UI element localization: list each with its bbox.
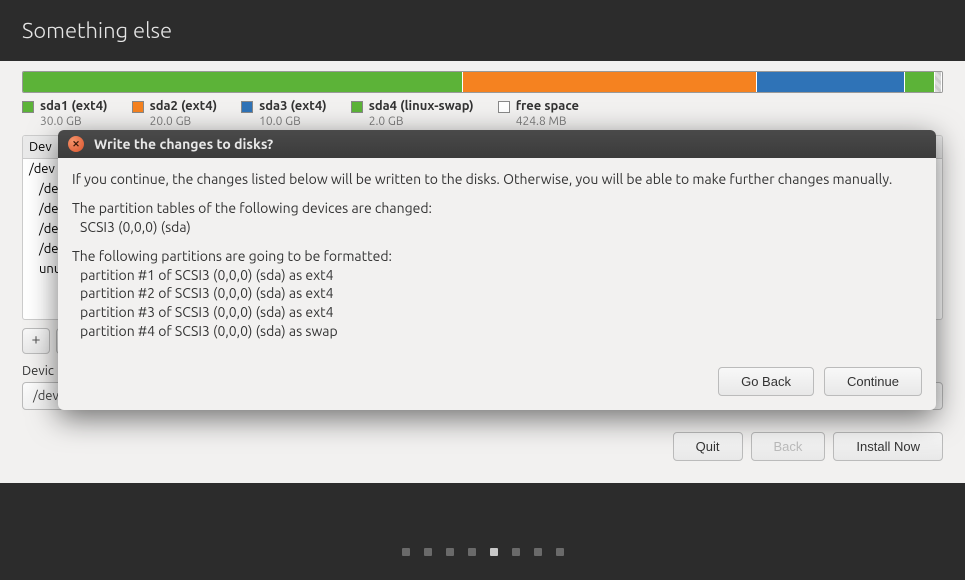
swatch-icon [241, 101, 253, 113]
legend-label: sda1 (ext4) [40, 99, 108, 115]
partition-segment-sda1[interactable] [23, 72, 463, 92]
continue-button[interactable]: Continue [824, 367, 922, 396]
dialog-body: If you continue, the changes listed belo… [58, 158, 936, 357]
dialog-title: Write the changes to disks? [94, 136, 273, 152]
partition-segment-free[interactable] [935, 72, 942, 92]
swatch-icon [351, 101, 363, 113]
legend-item: free space 424.8 MB [498, 99, 579, 129]
pager-dot[interactable] [468, 548, 476, 556]
legend-size: 10.0 GB [259, 115, 327, 129]
legend-size: 2.0 GB [369, 115, 474, 129]
partition-segment-sda4[interactable] [905, 72, 935, 92]
legend-label: free space [516, 99, 579, 115]
pager-dot[interactable] [512, 548, 520, 556]
dialog-partition-line: partition #2 of SCSI3 (0,0,0) (sda) as e… [72, 285, 334, 301]
legend-label: sda4 (linux-swap) [369, 99, 474, 115]
pager-dot[interactable] [490, 548, 498, 556]
dialog-partition-line: partition #3 of SCSI3 (0,0,0) (sda) as e… [72, 304, 334, 320]
legend-label: sda2 (ext4) [150, 99, 218, 115]
confirm-write-dialog: ✕ Write the changes to disks? If you con… [58, 130, 936, 410]
install-now-button[interactable]: Install Now [833, 432, 943, 461]
page-title: Something else [0, 0, 965, 61]
pager-dot[interactable] [556, 548, 564, 556]
swatch-icon [132, 101, 144, 113]
dialog-format-heading: The following partitions are going to be… [72, 248, 392, 264]
legend-size: 30.0 GB [40, 115, 108, 129]
legend-label: sda3 (ext4) [259, 99, 327, 115]
dialog-device-line: SCSI3 (0,0,0) (sda) [72, 219, 191, 235]
swatch-icon [22, 101, 34, 113]
back-button[interactable]: Back [751, 432, 826, 461]
pager-dot[interactable] [424, 548, 432, 556]
legend-item: sda1 (ext4) 30.0 GB [22, 99, 108, 129]
dialog-actions: Go Back Continue [58, 357, 936, 410]
quit-button[interactable]: Quit [673, 432, 743, 461]
dialog-partition-line: partition #1 of SCSI3 (0,0,0) (sda) as e… [72, 267, 334, 283]
dialog-partition-line: partition #4 of SCSI3 (0,0,0) (sda) as s… [72, 323, 338, 339]
go-back-button[interactable]: Go Back [718, 367, 814, 396]
legend-item: sda2 (ext4) 20.0 GB [132, 99, 218, 129]
swatch-icon [498, 101, 510, 113]
close-icon[interactable]: ✕ [68, 136, 84, 152]
dialog-devices-heading: The partition tables of the following de… [72, 200, 432, 216]
legend-item: sda4 (linux-swap) 2.0 GB [351, 99, 474, 129]
legend-size: 20.0 GB [150, 115, 218, 129]
pager-dot[interactable] [534, 548, 542, 556]
partition-legend: sda1 (ext4) 30.0 GB sda2 (ext4) 20.0 GB … [22, 99, 943, 129]
wizard-buttons: Quit Back Install Now [22, 432, 943, 461]
dialog-intro: If you continue, the changes listed belo… [72, 170, 922, 189]
add-partition-button[interactable]: + [22, 328, 50, 354]
partition-bar [22, 71, 943, 93]
dialog-titlebar[interactable]: ✕ Write the changes to disks? [58, 130, 936, 158]
page-indicator [0, 548, 965, 556]
partition-segment-sda2[interactable] [463, 72, 757, 92]
partition-segment-sda3[interactable] [757, 72, 904, 92]
legend-item: sda3 (ext4) 10.0 GB [241, 99, 327, 129]
pager-dot[interactable] [446, 548, 454, 556]
pager-dot[interactable] [402, 548, 410, 556]
legend-size: 424.8 MB [516, 115, 579, 129]
